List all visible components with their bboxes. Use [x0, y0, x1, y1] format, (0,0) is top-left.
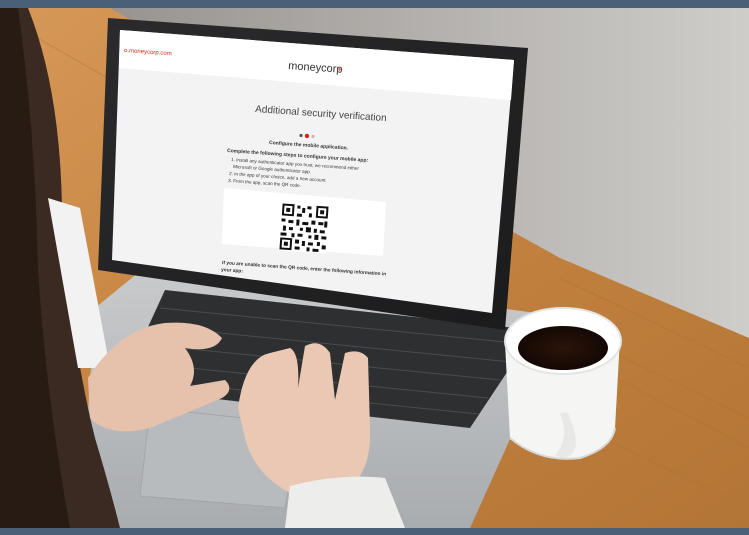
photo-scene: o.moneycorp.com moneycorp + Additional s…: [0, 8, 749, 528]
qr-code-icon: [278, 202, 330, 254]
coffee: [518, 326, 608, 370]
photo-frame: o.moneycorp.com moneycorp + Additional s…: [0, 8, 749, 528]
sweater-sleeve: [285, 476, 405, 528]
coffee-cup: [504, 307, 622, 460]
brand-plus-icon: +: [337, 64, 343, 74]
